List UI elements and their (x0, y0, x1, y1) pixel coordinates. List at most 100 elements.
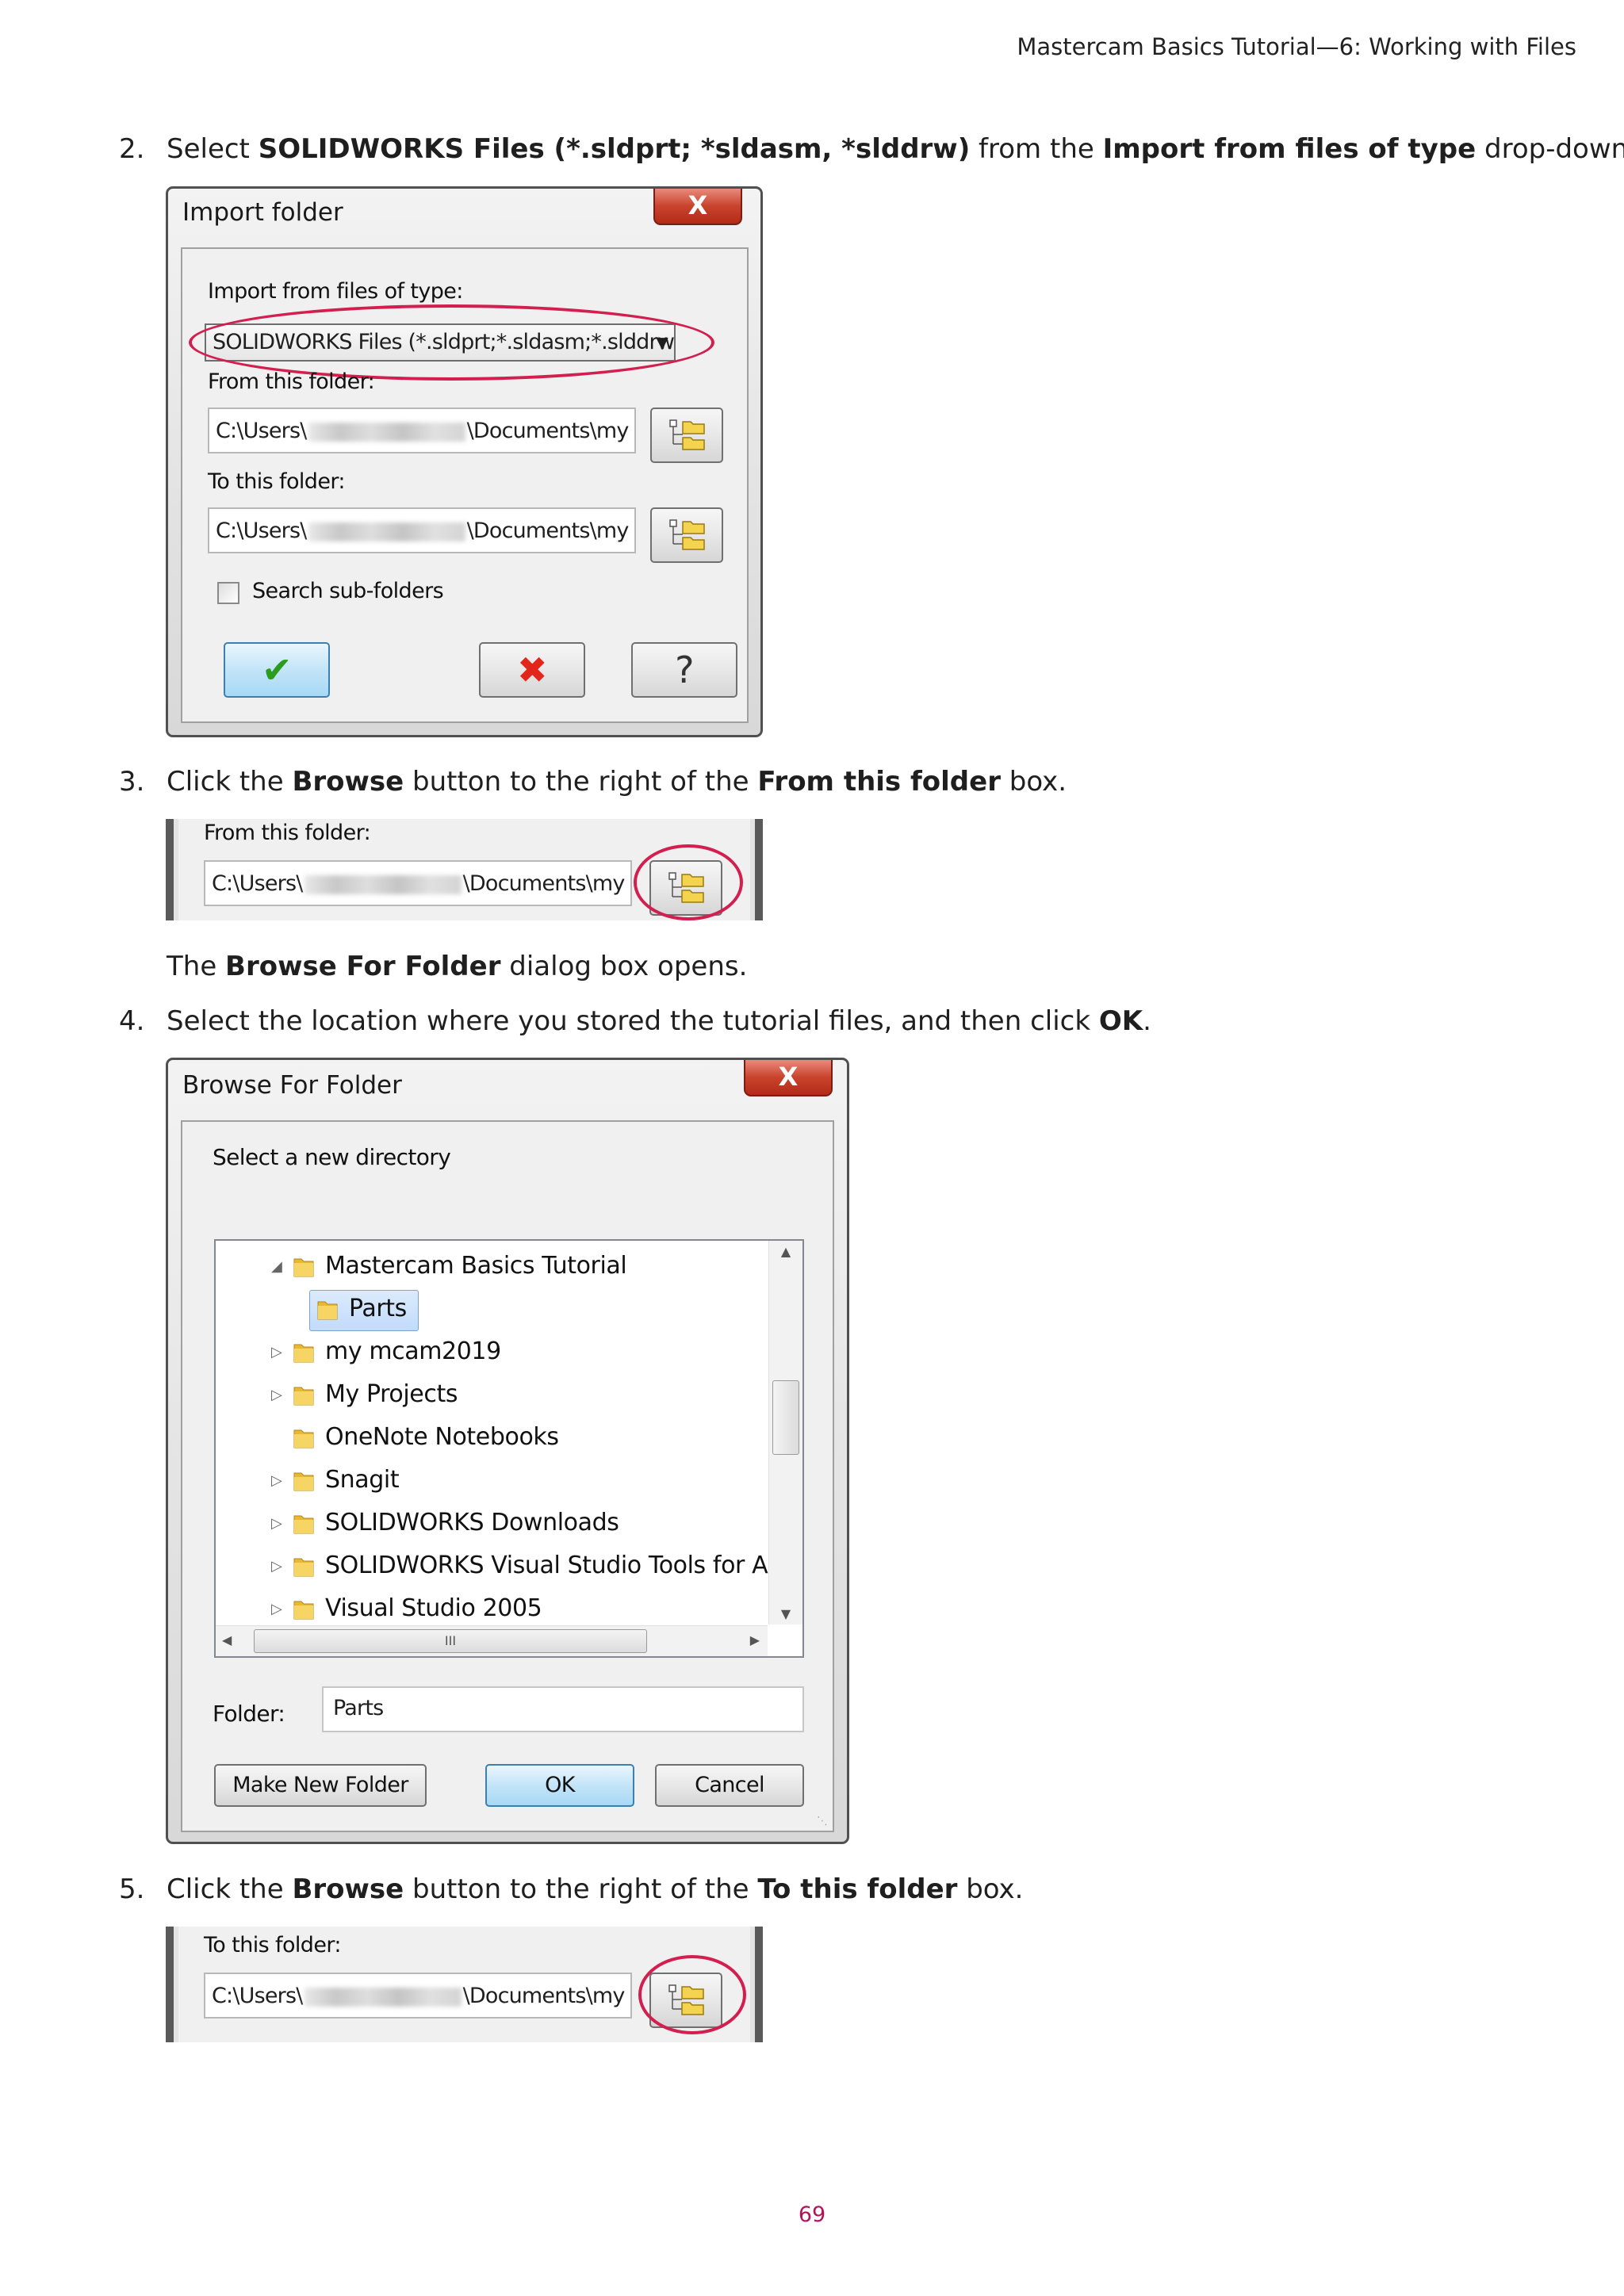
path-suffix: \Documents\my (462, 1984, 626, 2008)
import-folder-dialog: Import folder X Import from files of typ… (166, 186, 763, 737)
page-number: 69 (798, 2202, 826, 2227)
horizontal-scroll-thumb[interactable]: III (254, 1629, 647, 1653)
folder-icon (293, 1601, 314, 1620)
cancel-button[interactable]: Cancel (655, 1764, 804, 1807)
to-folder-input[interactable]: C:\Users\ \Documents\my (208, 507, 636, 553)
running-header: Mastercam Basics Tutorial—6: Working wit… (1017, 33, 1576, 60)
tree-item-label: SOLIDWORKS Visual Studio Tools for Ap (325, 1552, 783, 1579)
tree-item-label: my mcam2019 (325, 1337, 501, 1365)
ok-button[interactable]: OK (485, 1764, 634, 1807)
to-folder-input[interactable]: C:\Users\ \Documents\my (204, 1973, 632, 2019)
search-subfolders-checkbox[interactable] (217, 582, 239, 604)
checkmark-icon: ✔ (262, 649, 293, 691)
from-folder-input[interactable]: C:\Users\ \Documents\my (204, 860, 632, 906)
vertical-scroll-thumb[interactable] (772, 1380, 799, 1455)
expand-arrow-icon[interactable]: ▷ (271, 1387, 282, 1403)
horizontal-scrollbar[interactable]: ◀ III ▶ (216, 1625, 768, 1656)
tree-item-label: OneNote Notebooks (325, 1423, 559, 1451)
from-folder-label: From this folder: (204, 821, 371, 845)
scroll-down-arrow-icon[interactable]: ▼ (769, 1606, 802, 1621)
redacted-username (308, 422, 465, 442)
help-icon: ? (675, 649, 694, 691)
expand-arrow-icon[interactable]: ▷ (271, 1558, 282, 1575)
close-icon[interactable]: X (744, 1060, 833, 1096)
red-x-icon: ✖ (517, 649, 548, 691)
step-bold: SOLIDWORKS Files (*.sldprt; *sldasm, *sl… (258, 133, 971, 165)
note-part: dialog box opens. (500, 951, 748, 982)
browse-for-folder-dialog: Browse For Folder X Select a new directo… (166, 1058, 849, 1844)
scroll-up-arrow-icon[interactable]: ▲ (769, 1244, 802, 1259)
collapse-arrow-icon[interactable]: ◢ (271, 1258, 282, 1275)
scroll-left-arrow-icon[interactable]: ◀ (222, 1632, 232, 1647)
note-part: The (167, 951, 226, 982)
import-type-label: Import from files of type: (208, 279, 463, 304)
tree-item-label: Snagit (325, 1466, 400, 1494)
step-bold: OK (1098, 1005, 1143, 1037)
scroll-right-arrow-icon[interactable]: ▶ (750, 1632, 760, 1647)
crop-body: From this folder: C:\Users\ \Documents\my (178, 819, 750, 920)
to-folder-label: To this folder: (208, 469, 345, 494)
step-3: 3. Click the Browse button to the right … (119, 764, 1067, 799)
folder-tree[interactable]: ◢ Mastercam Basics Tutorial Parts ▷ my m… (214, 1239, 804, 1658)
expand-arrow-icon[interactable]: ▷ (271, 1515, 282, 1532)
step-number: 2. (119, 133, 145, 165)
tree-item-label: Mastercam Basics Tutorial (325, 1252, 627, 1280)
frame-edge (166, 1927, 174, 2042)
browse-from-button[interactable] (650, 408, 723, 463)
folder-name-input[interactable]: Parts (322, 1686, 804, 1732)
folder-icon (293, 1472, 314, 1491)
highlight-ring (634, 844, 743, 920)
frame-edge (755, 819, 763, 920)
expand-arrow-icon[interactable]: ▷ (271, 1601, 282, 1617)
frame-edge (166, 819, 174, 920)
folder-icon (293, 1258, 314, 1277)
folder-icon (293, 1429, 314, 1448)
tree-items: ◢ Mastercam Basics Tutorial Parts ▷ my m… (216, 1241, 783, 1624)
step-bold: Browse (292, 1873, 404, 1905)
step-2: 2. Select SOLIDWORKS Files (*.sldprt; *s… (119, 132, 1624, 166)
step-number: 3. (119, 766, 145, 798)
close-icon[interactable]: X (653, 189, 742, 225)
make-new-folder-button[interactable]: Make New Folder (214, 1764, 427, 1807)
folder-icon (293, 1344, 314, 1363)
step-bold: Browse (292, 766, 404, 798)
expand-arrow-icon[interactable]: ▷ (271, 1472, 282, 1489)
to-folder-crop: To this folder: C:\Users\ \Documents\my (166, 1927, 763, 2042)
step-text: button to the right of the (404, 1873, 758, 1905)
step-text: box. (957, 1873, 1024, 1905)
cancel-button[interactable]: ✖ (479, 642, 585, 698)
step-number: 4. (119, 1005, 145, 1037)
resize-grip-icon[interactable]: ⋱ (817, 1815, 828, 1827)
path-suffix: \Documents\my (466, 419, 630, 443)
redacted-username (308, 522, 465, 541)
from-folder-input[interactable]: C:\Users\ \Documents\my (208, 408, 636, 453)
redacted-username (304, 874, 462, 894)
dialog-title: Browse For Folder (182, 1071, 402, 1100)
note-text: The Browse For Folder dialog box opens. (167, 949, 747, 984)
expand-arrow-icon[interactable]: ▷ (271, 1344, 282, 1360)
folder-icon (293, 1387, 314, 1406)
instruction-label: Select a new directory (213, 1144, 451, 1170)
step-text: drop-down. (1476, 133, 1624, 165)
step-text: Click the (167, 766, 293, 798)
step-5: 5. Click the Browse button to the right … (119, 1872, 1024, 1907)
step-bold: To this folder (757, 1873, 958, 1905)
dialog-title: Import folder (182, 198, 343, 227)
browse-to-button[interactable] (650, 507, 723, 563)
dialog-body: Import from files of type: SOLIDWORKS Fi… (181, 247, 749, 723)
path-suffix: \Documents\my (466, 519, 630, 543)
path-prefix: C:\Users\ (212, 871, 303, 896)
search-subfolders-label: Search sub-folders (252, 579, 444, 603)
crop-body: To this folder: C:\Users\ \Documents\my (178, 1927, 750, 2042)
help-button[interactable]: ? (631, 642, 737, 698)
note-bold: Browse For Folder (225, 951, 501, 982)
browse-folder-icon (669, 419, 705, 450)
step-bold: Import from files of type (1102, 133, 1477, 165)
from-folder-label: From this folder: (208, 369, 375, 394)
vertical-scrollbar[interactable]: ▲ ▼ (768, 1241, 802, 1624)
path-prefix: C:\Users\ (216, 519, 307, 543)
folder-name-value: Parts (333, 1696, 384, 1720)
ok-button[interactable]: ✔ (224, 642, 330, 698)
folder-icon (293, 1558, 314, 1577)
tree-item-label: Parts (349, 1295, 407, 1322)
